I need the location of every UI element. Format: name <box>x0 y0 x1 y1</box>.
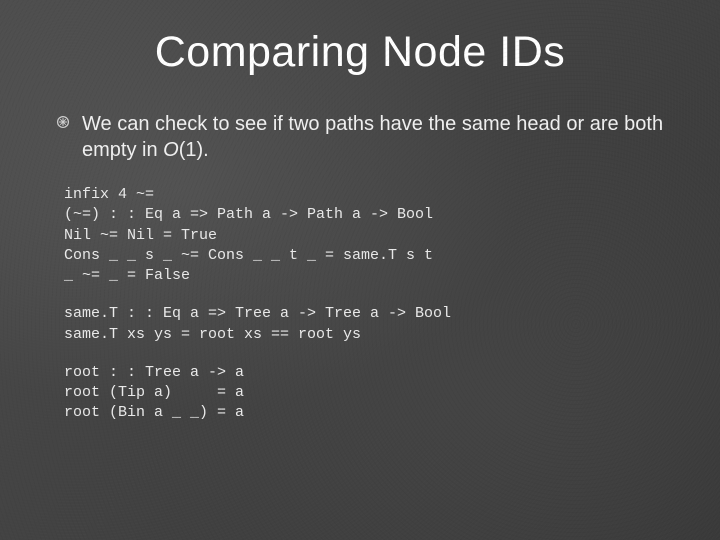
bullet-text: We can check to see if two paths have th… <box>82 111 664 163</box>
bullet-glyph-icon <box>56 115 70 129</box>
slide-content: We can check to see if two paths have th… <box>0 77 720 424</box>
code-block-2: same.T : : Eq a => Tree a -> Tree a -> B… <box>64 304 664 345</box>
bullet-item: We can check to see if two paths have th… <box>56 111 664 163</box>
code-block-1: infix 4 ~= (~=) : : Eq a => Path a -> Pa… <box>64 185 664 286</box>
page-title: Comparing Node IDs <box>0 0 720 77</box>
code-block-3: root : : Tree a -> a root (Tip a) = a ro… <box>64 363 664 424</box>
bullet-suffix: (1). <box>179 139 209 161</box>
bullet-complexity: O <box>163 139 179 161</box>
